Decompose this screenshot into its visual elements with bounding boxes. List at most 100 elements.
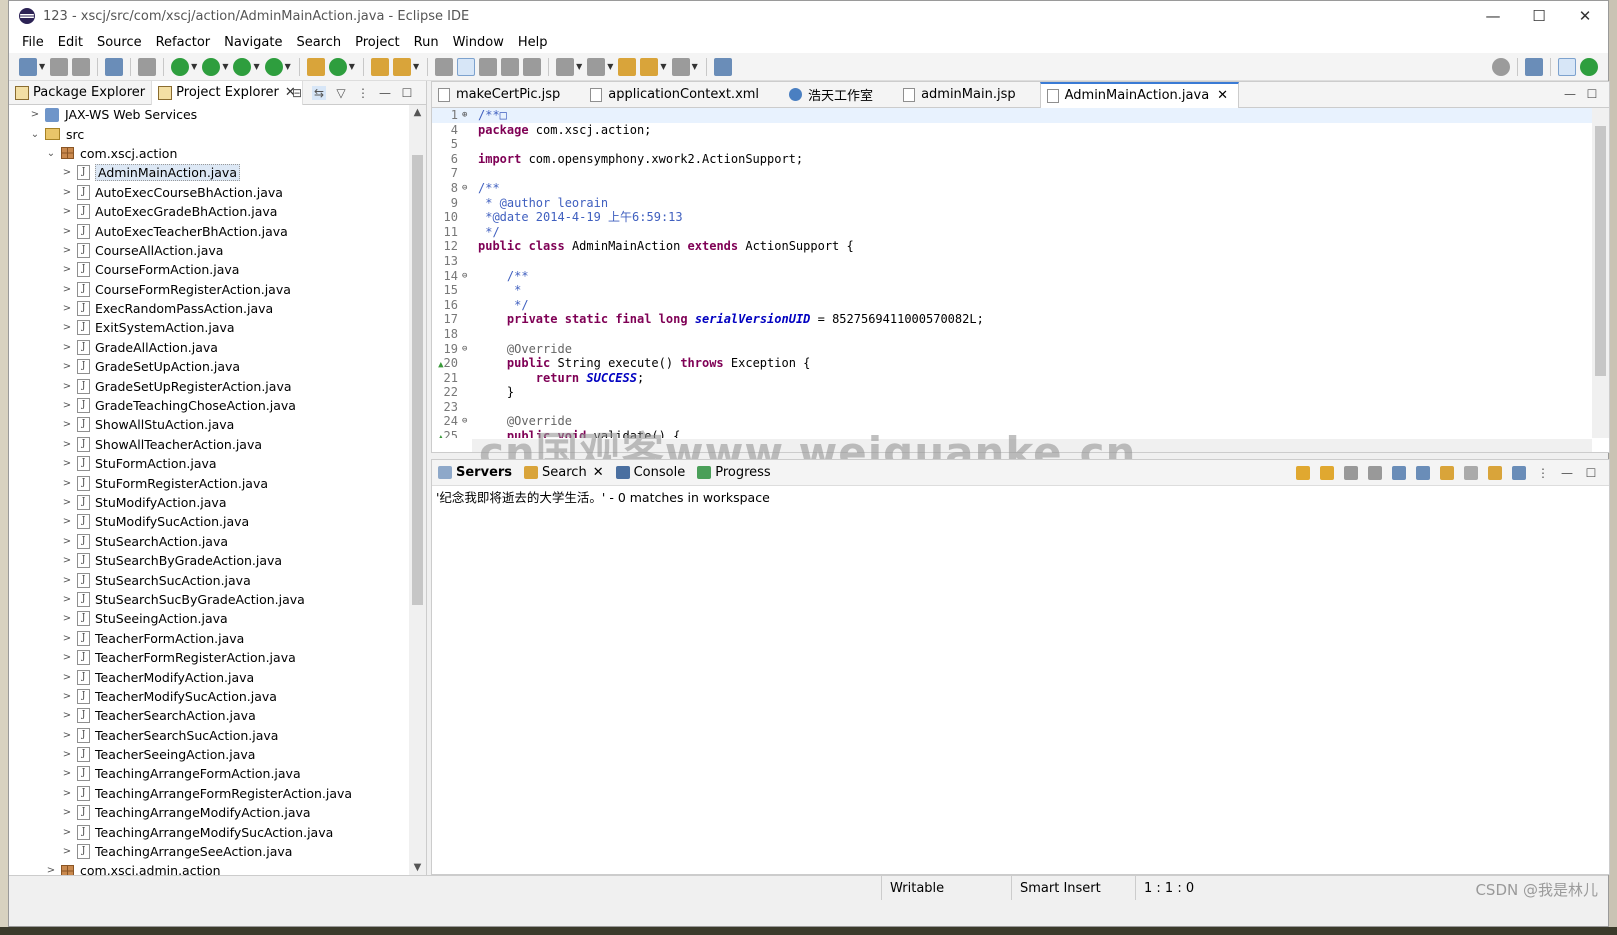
chevron-right-icon[interactable]: > — [61, 458, 73, 469]
search-icon[interactable] — [1492, 57, 1510, 76]
last-edit-location-icon[interactable] — [618, 57, 637, 76]
chevron-right-icon[interactable]: > — [61, 652, 73, 663]
tree-item-file[interactable]: > J StuModifyAction.java — [9, 493, 409, 512]
tree-item-file[interactable]: > J GradeAllAction.java — [9, 338, 409, 357]
tab-progress[interactable]: Progress — [691, 460, 776, 486]
tree-item-file[interactable]: > J ShowAllTeacherAction.java — [9, 435, 409, 454]
fold-marker-icon[interactable] — [462, 225, 472, 240]
chevron-right-icon[interactable]: > — [61, 497, 73, 508]
fold-marker-icon[interactable] — [462, 254, 472, 269]
next-match-icon[interactable] — [1296, 466, 1310, 480]
chevron-down-icon[interactable]: ⌄ — [29, 129, 41, 140]
task-dropdown-icon[interactable]: ▼ — [413, 62, 419, 71]
chevron-right-icon[interactable]: > — [61, 478, 73, 489]
tree-item-src[interactable]: ⌄ src — [9, 124, 409, 143]
debug-icon[interactable] — [171, 57, 190, 76]
tree-item-file[interactable]: > J TeachingArrangeModifySucAction.java — [9, 822, 409, 841]
code-line[interactable]: 7 — [432, 166, 1592, 181]
chevron-right-icon[interactable]: > — [61, 284, 73, 295]
fold-marker-icon[interactable] — [462, 385, 472, 400]
tab-adminmain-jsp[interactable]: adminMain.jsp — [897, 82, 1026, 108]
tree-item-file[interactable]: > J AutoExecCourseBhAction.java — [9, 183, 409, 202]
scroll-down-icon[interactable]: ▼ — [409, 862, 426, 873]
code-line[interactable]: 9 * @author leorain — [432, 196, 1592, 211]
code-line[interactable]: 17 private static final long serialVersi… — [432, 312, 1592, 327]
new-dropdown-icon[interactable]: ▼ — [39, 62, 45, 71]
chevron-right-icon[interactable]: > — [61, 381, 73, 392]
tree-item-file[interactable]: > J StuModifySucAction.java — [9, 512, 409, 531]
chevron-right-icon[interactable]: > — [61, 672, 73, 683]
fold-marker-icon[interactable] — [462, 371, 472, 386]
forward-dropdown-icon[interactable]: ▼ — [692, 62, 698, 71]
chevron-right-icon[interactable]: > — [61, 361, 73, 372]
chevron-right-icon[interactable]: > — [61, 730, 73, 741]
chevron-right-icon[interactable]: > — [61, 419, 73, 430]
chevron-right-icon[interactable]: > — [61, 342, 73, 353]
menu-help[interactable]: Help — [511, 35, 555, 50]
next-annotation-dropdown-icon[interactable]: ▼ — [576, 62, 582, 71]
new-icon[interactable] — [19, 57, 37, 76]
tree-item-file[interactable]: > J TeacherSearchSucAction.java — [9, 726, 409, 745]
chevron-right-icon[interactable]: > — [61, 555, 73, 566]
code-line[interactable]: 22 } — [432, 385, 1592, 400]
tab-applicationcontext[interactable]: applicationContext.xml — [584, 82, 769, 108]
fold-marker-icon[interactable] — [462, 283, 472, 298]
menu-window[interactable]: Window — [446, 35, 511, 50]
next-annotation-icon[interactable] — [556, 57, 575, 76]
search-history-icon[interactable] — [1488, 466, 1502, 480]
fold-marker-icon[interactable] — [462, 239, 472, 254]
expand-all-icon[interactable] — [1392, 466, 1406, 480]
close-icon[interactable]: ✕ — [593, 465, 604, 480]
tab-package-explorer[interactable]: Package Explorer — [9, 80, 153, 105]
minimize-view-icon[interactable]: — — [1560, 466, 1574, 480]
minimize-button[interactable]: — — [1470, 1, 1516, 31]
code-line[interactable]: 19 ⊖ @Override — [432, 342, 1592, 357]
code-line[interactable]: 16 */ — [432, 298, 1592, 313]
scroll-up-icon[interactable]: ▲ — [409, 107, 426, 118]
tab-adminmainaction[interactable]: AdminMainAction.java ✕ — [1039, 81, 1240, 108]
menu-source[interactable]: Source — [90, 35, 149, 50]
menu-refactor[interactable]: Refactor — [149, 35, 218, 50]
terminal-icon[interactable] — [105, 57, 124, 76]
chevron-right-icon[interactable]: > — [29, 109, 41, 120]
tree-item-file[interactable]: > J AutoExecGradeBhAction.java — [9, 202, 409, 221]
new-class-dropdown-icon[interactable]: ▼ — [349, 62, 355, 71]
tree-scrollbar[interactable]: ▲ ▼ — [409, 105, 426, 875]
tab-search[interactable]: Search ✕ — [518, 460, 610, 486]
menu-navigate[interactable]: Navigate — [217, 35, 289, 50]
chevron-right-icon[interactable]: > — [61, 536, 73, 547]
fold-marker-icon[interactable]: ⊖ — [462, 414, 472, 429]
fold-marker-icon[interactable] — [462, 137, 472, 152]
chevron-right-icon[interactable]: > — [61, 516, 73, 527]
tree-item-file[interactable]: > J AdminMainAction.java — [9, 163, 409, 182]
tree-item-file[interactable]: > J StuSearchSucByGradeAction.java — [9, 590, 409, 609]
code-line[interactable]: 14 ⊖ /** — [432, 269, 1592, 284]
view-menu-icon[interactable]: ⋮ — [1536, 466, 1550, 480]
fold-marker-icon[interactable] — [462, 152, 472, 167]
fold-marker-icon[interactable]: ⊕ — [462, 108, 472, 123]
tree-item-file[interactable]: > J TeacherFormAction.java — [9, 629, 409, 648]
status-insert-mode[interactable]: Smart Insert — [1011, 876, 1135, 900]
tree-item-file[interactable]: > J GradeSetUpAction.java — [9, 357, 409, 376]
previous-annotation-icon[interactable] — [587, 57, 606, 76]
tab-project-explorer[interactable]: Project Explorer ✕ — [152, 80, 303, 105]
chevron-right-icon[interactable]: > — [61, 846, 73, 857]
tree-item-file[interactable]: > J TeacherSearchAction.java — [9, 706, 409, 725]
menu-project[interactable]: Project — [348, 35, 406, 50]
pin-view-icon[interactable] — [1512, 466, 1526, 480]
chevron-down-icon[interactable]: ⌄ — [45, 148, 57, 159]
previous-match-icon[interactable] — [1320, 466, 1334, 480]
tab-servers[interactable]: Servers — [432, 460, 518, 486]
chevron-right-icon[interactable]: > — [61, 827, 73, 838]
fold-marker-icon[interactable] — [462, 429, 472, 438]
tree-item-file[interactable]: > J ExitSystemAction.java — [9, 318, 409, 337]
code-line[interactable]: 23 — [432, 400, 1592, 415]
tree-item-file[interactable]: > J CourseAllAction.java — [9, 241, 409, 260]
fold-marker-icon[interactable] — [462, 400, 472, 415]
fold-marker-icon[interactable] — [462, 123, 472, 138]
chevron-right-icon[interactable]: > — [61, 788, 73, 799]
fold-marker-icon[interactable] — [462, 196, 472, 211]
save-all-icon[interactable] — [72, 57, 91, 76]
tree-item-file[interactable]: > J AutoExecTeacherBhAction.java — [9, 221, 409, 240]
tree-item-file[interactable]: > J TeachingArrangeSeeAction.java — [9, 842, 409, 861]
